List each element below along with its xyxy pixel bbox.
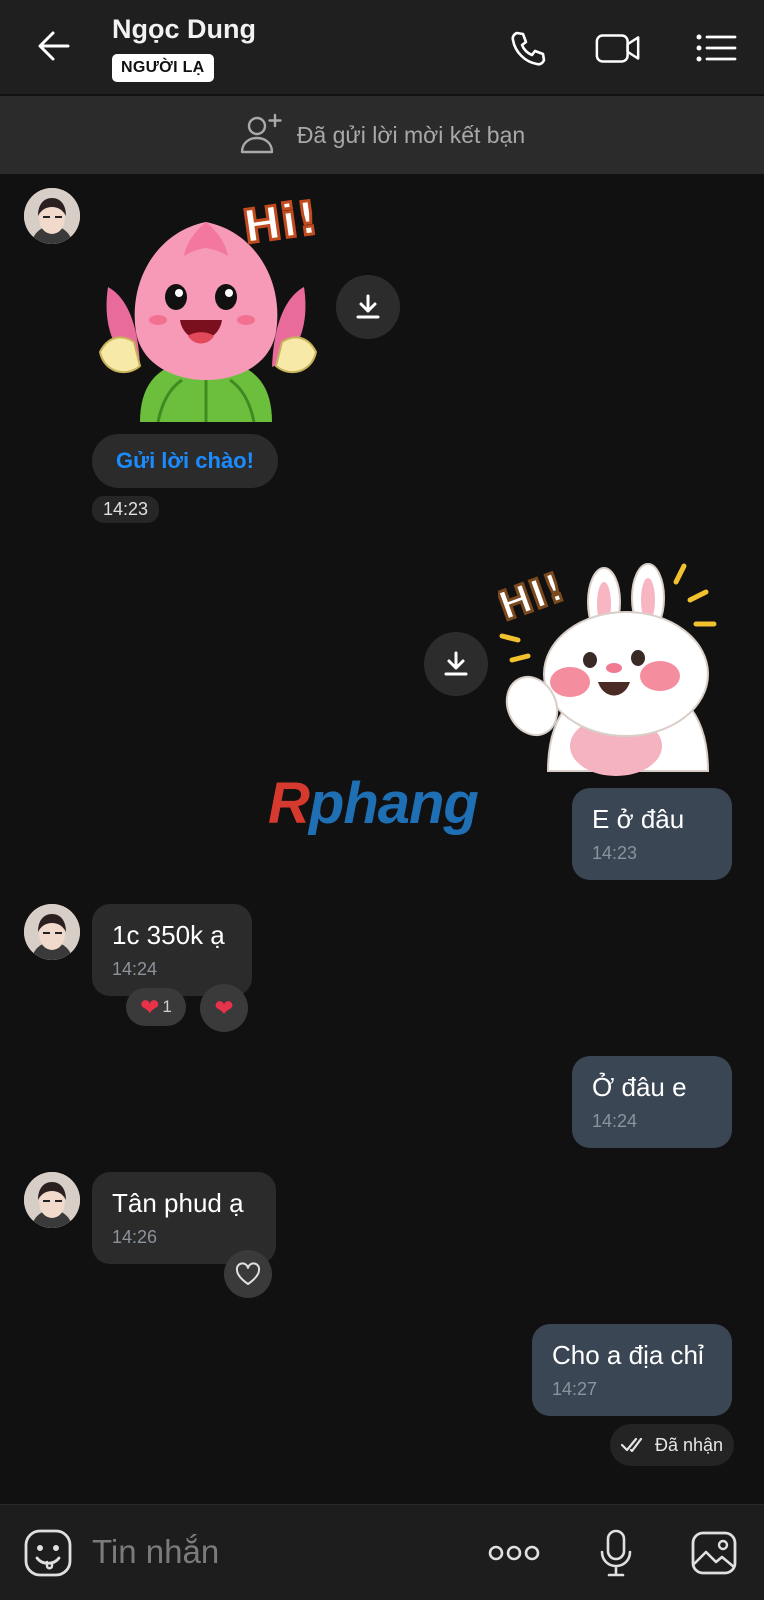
message-text: Ở đâu e: [592, 1072, 687, 1102]
greeting-sticker: Hi!: [98, 189, 323, 423]
bunny-sticker: HI!: [491, 556, 738, 776]
reaction-summary[interactable]: ❤ 1: [126, 988, 186, 1026]
heart-outline-icon: [235, 1262, 261, 1285]
add-friend-icon: [239, 111, 283, 160]
back-arrow-icon[interactable]: [30, 22, 78, 70]
react-button[interactable]: [224, 1250, 272, 1298]
message-time: 14:24: [592, 1111, 638, 1131]
message-time: 14:27: [552, 1379, 598, 1399]
chat-header: Ngọc Dung NGƯỜI LẠ: [0, 0, 764, 94]
send-greeting-label: Gửi lời chào!: [116, 448, 254, 473]
outgoing-message[interactable]: Cho a địa chỉ 14:27: [532, 1324, 732, 1416]
heart-icon: ❤: [214, 994, 234, 1021]
message-time: 14:23: [592, 843, 638, 863]
react-heart-button[interactable]: ❤: [200, 984, 248, 1032]
message-input-bar: Tin nhắn: [0, 1504, 764, 1600]
message-text: 1c 350k ạ: [112, 920, 225, 950]
contact-avatar[interactable]: [24, 1172, 80, 1228]
message-time: 14:26: [112, 1227, 158, 1247]
incoming-message[interactable]: 1c 350k ạ 14:24: [92, 904, 252, 996]
contact-avatar[interactable]: [24, 904, 80, 960]
contact-avatar[interactable]: [24, 188, 80, 244]
phone-icon[interactable]: [504, 24, 552, 72]
sticker-caption: HI!: [498, 564, 571, 630]
stranger-badge: NGƯỜI LẠ: [112, 54, 214, 82]
microphone-icon[interactable]: [590, 1527, 642, 1579]
friend-request-text: Đã gửi lời mời kết bạn: [296, 121, 526, 148]
send-greeting-button[interactable]: Gửi lời chào!: [92, 434, 278, 488]
emoji-icon[interactable]: [22, 1527, 74, 1579]
more-icon[interactable]: [488, 1527, 540, 1579]
message-input[interactable]: Tin nhắn: [92, 1533, 219, 1571]
download-icon: [356, 294, 380, 319]
download-sticker-button[interactable]: [336, 275, 400, 339]
message-text: E ở đâu: [592, 804, 685, 834]
message-text: Tân phud ạ: [112, 1188, 244, 1218]
watermark-logo: Rphang: [268, 771, 479, 836]
menu-list-icon[interactable]: [692, 24, 740, 72]
sticker-caption: Hi!: [239, 192, 318, 254]
delivery-status: Đã nhận: [610, 1424, 734, 1466]
download-icon: [444, 651, 468, 676]
heart-icon: ❤: [140, 993, 160, 1020]
outgoing-message[interactable]: Ở đâu e 14:24: [572, 1056, 732, 1148]
reaction-count: 1: [162, 997, 172, 1016]
friend-request-bar[interactable]: Đã gửi lời mời kết bạn: [0, 96, 764, 174]
outgoing-message[interactable]: E ở đâu 14:23: [572, 788, 732, 880]
video-call-icon[interactable]: [594, 24, 642, 72]
message-text: Cho a địa chỉ: [552, 1340, 704, 1370]
message-time: 14:24: [112, 959, 158, 979]
download-sticker-button-2[interactable]: [424, 632, 488, 696]
image-icon[interactable]: [688, 1527, 740, 1579]
delivery-status-text: Đã nhận: [654, 1434, 724, 1455]
contact-name[interactable]: Ngọc Dung: [112, 14, 256, 45]
greeting-time: 14:23: [92, 496, 160, 523]
double-check-icon: [620, 1437, 643, 1453]
